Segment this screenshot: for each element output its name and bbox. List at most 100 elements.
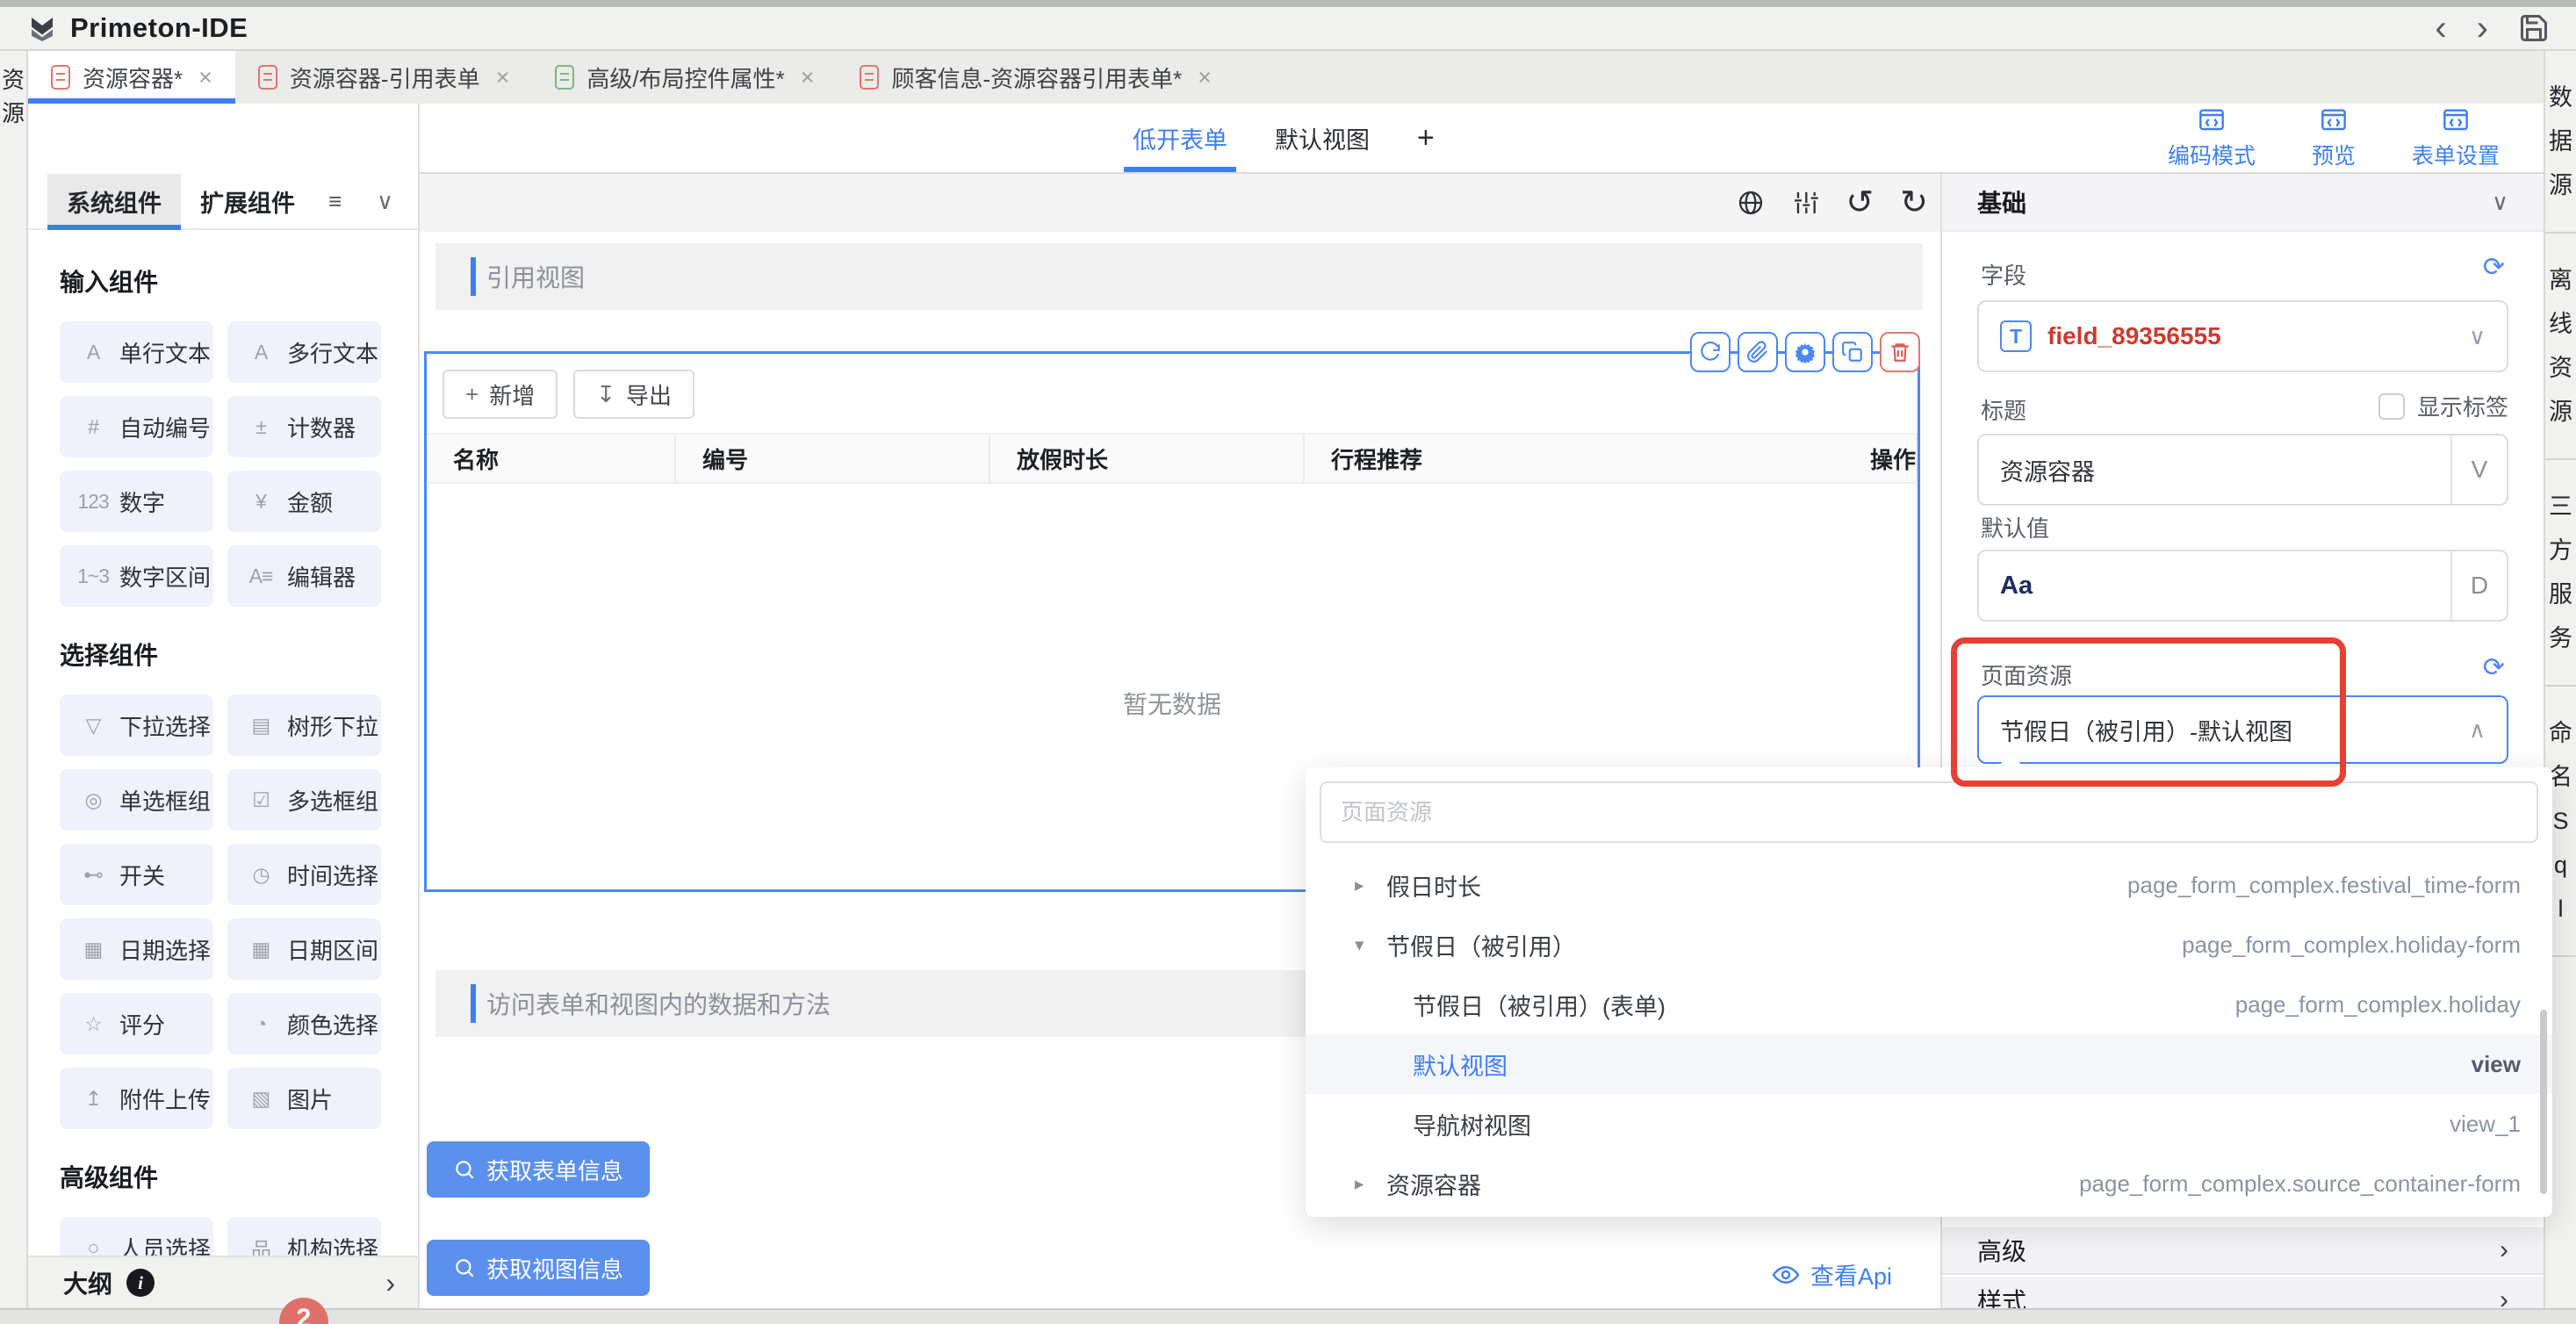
component-tile[interactable]: ↥ 附件上传 bbox=[60, 1068, 213, 1129]
resource-tree-row[interactable]: 节假日（被引用）(表单) page_form_complex.holiday bbox=[1306, 975, 2552, 1034]
chevron-down-icon: ∨ bbox=[2469, 323, 2486, 350]
text-type-icon: T bbox=[2000, 320, 2032, 352]
outline-bar[interactable]: 大纲 i › bbox=[28, 1256, 418, 1308]
component-tile[interactable]: ▽ 下拉选择 bbox=[60, 694, 213, 756]
left-rail-resource-tab[interactable]: 资 源 bbox=[0, 63, 26, 130]
component-icon: ☑ bbox=[243, 788, 278, 812]
panel-collapse-icon[interactable]: ∨ bbox=[377, 188, 393, 215]
table-column-header[interactable]: 行程推荐 bbox=[1305, 435, 1844, 482]
view-api-link[interactable]: 查看Api bbox=[1772, 1257, 1892, 1292]
close-icon[interactable]: × bbox=[801, 64, 815, 91]
tree-caret-icon[interactable]: ▸ bbox=[1355, 874, 1386, 896]
checkbox-unchecked[interactable] bbox=[2378, 393, 2405, 420]
chevron-down-icon[interactable]: ∨ bbox=[2492, 189, 2508, 216]
component-tile[interactable]: ◔ 颜色选择 bbox=[227, 993, 381, 1054]
component-tile[interactable]: ¥ 金额 bbox=[227, 471, 381, 532]
resource-tree-row[interactable]: ▸ 资源容器 page_form_complex.source_containe… bbox=[1306, 1154, 2552, 1213]
component-tile[interactable]: ▦ 日期选择 bbox=[60, 918, 213, 980]
page-resource-select[interactable]: 节假日（被引用）-默认视图 ∧ bbox=[1977, 695, 2508, 764]
gear-icon[interactable] bbox=[1785, 332, 1825, 372]
tree-caret-icon[interactable]: ▾ bbox=[1355, 934, 1386, 956]
component-tile[interactable]: # 自动编号 bbox=[60, 396, 213, 457]
title-input[interactable]: 资源容器 V bbox=[1977, 434, 2508, 506]
link-icon[interactable] bbox=[1738, 332, 1778, 372]
component-tile[interactable]: A 单行文本 bbox=[60, 321, 213, 383]
table-column-header[interactable]: 操作 bbox=[1844, 435, 1918, 482]
chevron-right-icon[interactable]: › bbox=[385, 1267, 395, 1299]
component-tile[interactable]: ☑ 多选框组 bbox=[227, 769, 381, 831]
nav-forward-icon[interactable]: › bbox=[2477, 11, 2488, 46]
delete-icon[interactable] bbox=[1880, 332, 1920, 372]
page-resource-dropdown: ▸ 假日时长 page_form_complex.festival_time-f… bbox=[1306, 767, 2552, 1217]
component-icon: ◷ bbox=[243, 863, 278, 887]
resource-tree-row[interactable]: ▸ 假日时长 page_form_complex.festival_time-f… bbox=[1306, 855, 2552, 915]
i18n-globe-icon[interactable] bbox=[1737, 189, 1765, 217]
toolbar-action-button[interactable]: 编码模式 bbox=[2168, 106, 2256, 170]
refresh-icon[interactable] bbox=[1690, 332, 1731, 372]
component-tile[interactable]: A≡ 编辑器 bbox=[227, 545, 381, 607]
component-panel-tabs: 系统组件 扩展组件 ≡ ∨ bbox=[28, 174, 418, 230]
resource-tree-row[interactable]: 默认视图 view bbox=[1306, 1034, 2552, 1094]
redo-icon[interactable]: ↻ bbox=[1900, 186, 1928, 219]
component-tile[interactable]: ◷ 时间选择 bbox=[227, 844, 381, 905]
component-tile[interactable]: ▤ 树形下拉 bbox=[227, 694, 381, 756]
sliders-icon[interactable] bbox=[1791, 189, 1819, 217]
file-tab[interactable]: 顾客信息-资源容器引用表单* × bbox=[837, 51, 1234, 104]
field-refresh-icon[interactable]: ⟳ bbox=[2483, 255, 2505, 281]
field-select[interactable]: T field_89356555 ∨ bbox=[1977, 300, 2508, 372]
component-tile[interactable]: 123 数字 bbox=[60, 471, 213, 532]
right-rail-item[interactable]: 离 线 资 源 bbox=[2545, 234, 2576, 460]
save-icon[interactable] bbox=[2518, 12, 2550, 44]
resource-refresh-icon[interactable]: ⟳ bbox=[2483, 655, 2505, 681]
component-tile[interactable]: ◎ 单选框组 bbox=[60, 769, 213, 831]
resource-search-input[interactable] bbox=[1320, 781, 2538, 843]
add-view-button[interactable]: + bbox=[1417, 104, 1435, 172]
nav-back-icon[interactable]: ‹ bbox=[2435, 11, 2446, 46]
advanced-section-row[interactable]: 高级 › bbox=[1942, 1227, 2544, 1275]
view-tab[interactable]: 默认视图 bbox=[1275, 104, 1370, 172]
toolbar-action-button[interactable]: 预览 bbox=[2312, 106, 2356, 170]
export-button[interactable]: ↧ 导出 bbox=[573, 370, 694, 419]
scrollbar-thumb[interactable] bbox=[2540, 1010, 2547, 1194]
tree-caret-icon[interactable]: ▸ bbox=[1355, 1173, 1386, 1195]
dynamic-toggle-button[interactable]: D bbox=[2450, 551, 2507, 620]
variable-toggle-button[interactable]: V bbox=[2450, 435, 2507, 504]
get-view-info-button[interactable]: 获取视图信息 bbox=[427, 1240, 650, 1296]
component-tile[interactable]: ⊷ 开关 bbox=[60, 844, 213, 905]
component-panel-tab[interactable]: 扩展组件 bbox=[181, 174, 314, 228]
component-tile[interactable]: ± 计数器 bbox=[227, 396, 381, 457]
table-column-header[interactable]: 放假时长 bbox=[990, 435, 1305, 482]
field-label: 字段 bbox=[1981, 258, 2026, 291]
file-tab[interactable]: 资源容器* × bbox=[28, 51, 235, 104]
file-tab[interactable]: 高级/布局控件属性* × bbox=[532, 51, 837, 104]
resource-tree-row[interactable]: ▾ 节假日（被引用） page_form_complex.holiday-for… bbox=[1306, 915, 2552, 975]
component-panel-tab[interactable]: 系统组件 bbox=[47, 174, 181, 228]
property-panel-header[interactable]: 基础 ∨ bbox=[1942, 174, 2544, 232]
table-column-header[interactable]: 编号 bbox=[676, 435, 990, 482]
close-icon[interactable]: × bbox=[496, 64, 510, 91]
resource-tree-row[interactable]: 导航树视图 view_1 bbox=[1306, 1094, 2552, 1154]
component-tile[interactable]: ▦ 日期区间 bbox=[227, 918, 381, 980]
add-row-button[interactable]: + 新增 bbox=[443, 370, 558, 419]
search-icon bbox=[453, 1256, 476, 1279]
copy-icon[interactable] bbox=[1832, 332, 1873, 372]
close-icon[interactable]: × bbox=[198, 64, 212, 91]
app-logo-icon bbox=[26, 12, 58, 44]
component-tile[interactable]: A 多行文本 bbox=[227, 321, 381, 383]
component-label: 多选框组 bbox=[287, 784, 378, 817]
default-value-input[interactable]: Aa D bbox=[1977, 550, 2508, 622]
right-rail-item[interactable]: 数 据 源 bbox=[2545, 51, 2576, 234]
get-form-info-button[interactable]: 获取表单信息 bbox=[427, 1141, 650, 1198]
component-tile[interactable]: ☆ 评分 bbox=[60, 993, 213, 1054]
right-rail-item[interactable]: 三 方 服 务 bbox=[2545, 460, 2576, 687]
view-tab[interactable]: 低开表单 bbox=[1133, 104, 1227, 172]
close-icon[interactable]: × bbox=[1198, 64, 1212, 91]
table-column-header[interactable]: 名称 bbox=[427, 435, 676, 482]
component-tile[interactable]: ▧ 图片 bbox=[227, 1068, 381, 1129]
panel-menu-icon[interactable]: ≡ bbox=[328, 188, 342, 215]
component-icon: ▦ bbox=[76, 938, 111, 961]
undo-icon[interactable]: ↺ bbox=[1846, 186, 1874, 219]
toolbar-action-button[interactable]: 表单设置 bbox=[2412, 106, 2500, 170]
component-tile[interactable]: 1~3 数字区间 bbox=[60, 545, 213, 607]
file-tab[interactable]: 资源容器-引用表单 × bbox=[235, 51, 532, 104]
